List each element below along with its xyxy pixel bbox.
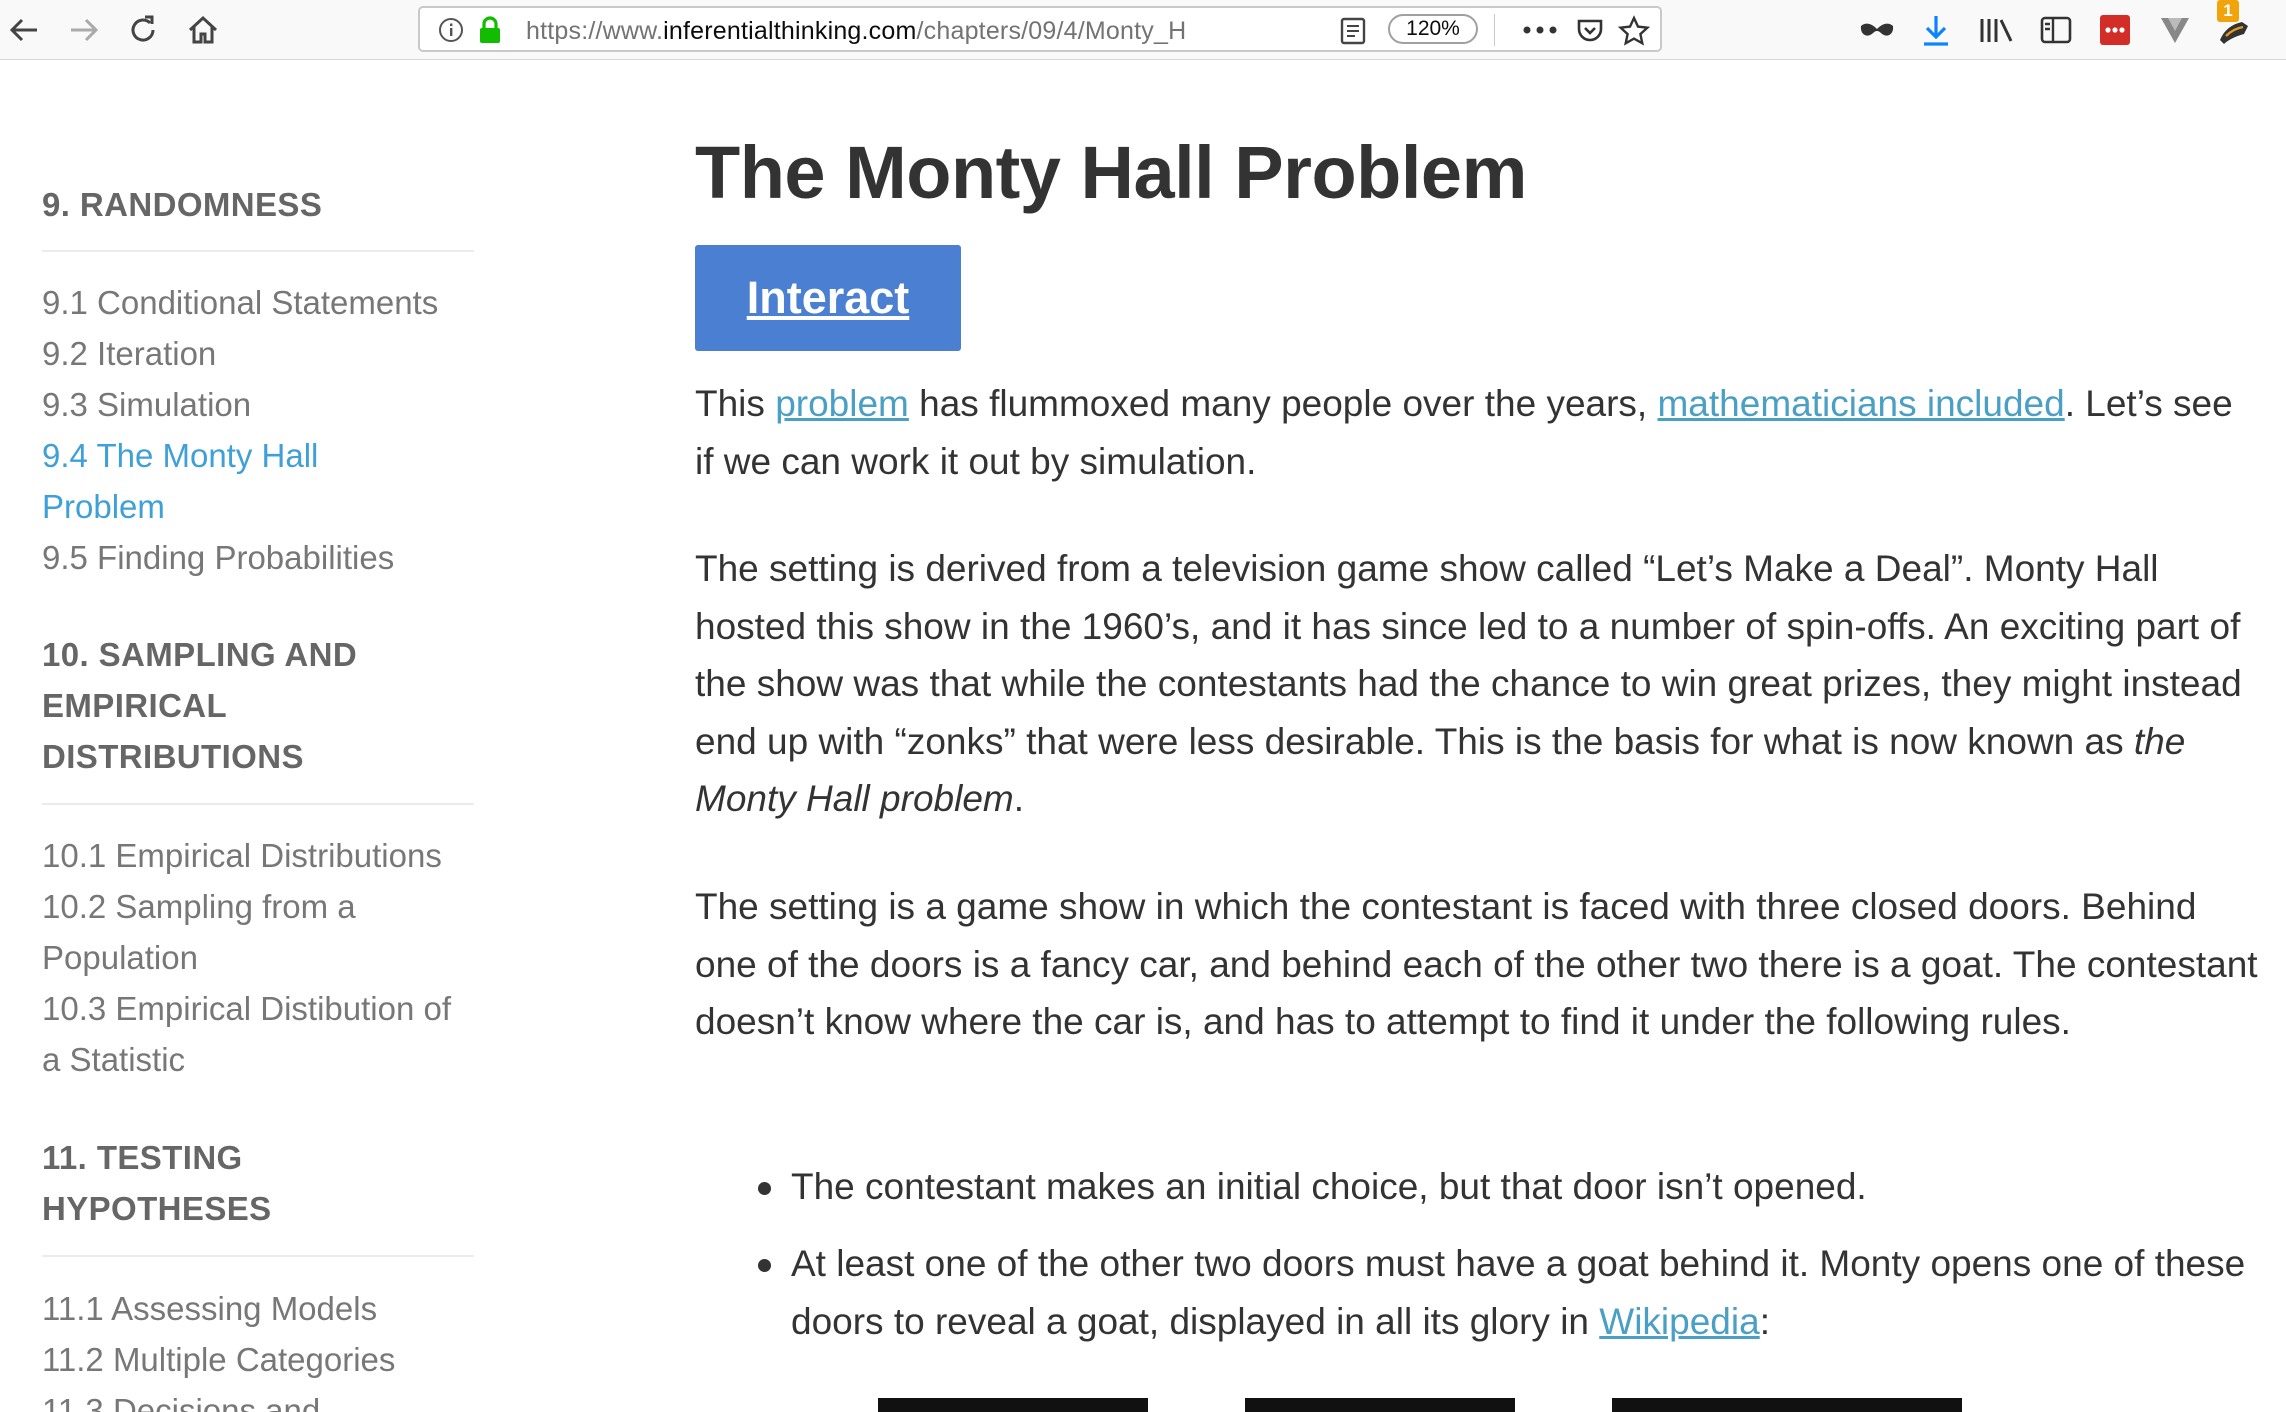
url-text[interactable]: https://www.inferentialthinking.com/chap… (526, 17, 1266, 46)
address-bar[interactable]: https://www.inferentialthinking.com/chap… (418, 6, 1662, 52)
browser-toolbar: https://www.inferentialthinking.com/chap… (0, 0, 2286, 60)
download-arrow-icon (1924, 16, 1948, 46)
back-button[interactable] (2, 8, 46, 52)
section-divider (42, 803, 474, 805)
chapter-sidebar: 9. RANDOMNESS 9.1 Conditional Statements… (0, 60, 520, 1412)
pocket-icon[interactable] (1575, 16, 1605, 46)
intro-paragraph: This problem has flummoxed many people o… (695, 375, 2260, 490)
section-title-sampling[interactable]: 10. SAMPLING AND EMPIRICAL DISTRIBUTIONS (42, 629, 442, 782)
back-arrow-icon (9, 18, 37, 42)
section-divider (42, 1255, 474, 1257)
text-run: : (1759, 1300, 1770, 1342)
interact-button[interactable]: Interact (695, 245, 961, 351)
text-run: has flummoxed many people over the years… (908, 383, 1658, 424)
door-image-3 (1612, 1398, 1962, 1412)
url-prefix: https://www. (526, 17, 664, 45)
extension-v-button[interactable] (2153, 8, 2197, 52)
home-button[interactable] (181, 8, 225, 52)
url-domain: inferentialthinking.com (663, 17, 917, 45)
rule-bullet-2: At least one of the other two doors must… (758, 1235, 2261, 1350)
section-title-randomness[interactable]: 9. RANDOMNESS (42, 179, 462, 230)
text-run: At least one of the other two doors must… (791, 1243, 2246, 1342)
text-run: The setting is derived from a television… (695, 548, 2242, 762)
sidebar-link-11-2[interactable]: 11.2 Multiple Categories (42, 1334, 472, 1385)
sidebar-link-10-1[interactable]: 10.1 Empirical Distributions (42, 830, 472, 881)
mathematicians-included-link[interactable]: mathematicians included (1657, 383, 2064, 424)
url-separator (1494, 14, 1495, 46)
sidebar-link-11-3[interactable]: 11.3 Decisions and (42, 1385, 472, 1412)
extension-lastpass-button[interactable] (2093, 8, 2137, 52)
door-image-2 (1245, 1398, 1515, 1412)
setting-paragraph: The setting is derived from a television… (695, 540, 2260, 828)
mask-icon (1860, 23, 1894, 36)
rules-paragraph: The setting is a game show in which the … (695, 886, 2258, 1042)
reload-icon (131, 15, 155, 42)
rule-bullet-1: The contestant makes an initial choice, … (758, 1158, 2261, 1216)
home-icon (188, 15, 218, 44)
info-icon[interactable] (438, 17, 464, 43)
reader-view-icon[interactable] (1339, 17, 1367, 45)
zoom-level-indicator[interactable]: 120% (1388, 14, 1478, 44)
sidebar-panel-icon (2040, 16, 2072, 44)
wikipedia-link[interactable]: Wikipedia (1599, 1301, 1759, 1342)
reload-button[interactable] (121, 8, 165, 52)
private-mask-button[interactable] (1855, 8, 1899, 52)
sidebar-link-9-1[interactable]: 9.1 Conditional Statements (42, 277, 472, 328)
text-run: . (1013, 778, 1025, 819)
section-divider (42, 250, 474, 252)
forward-arrow-icon (71, 18, 99, 42)
text-run: This (695, 383, 776, 424)
url-path: /chapters/09/4/Monty_H (916, 17, 1187, 45)
sidebar-link-9-4-active[interactable]: 9.4 The Monty Hall Problem (42, 430, 372, 532)
forward-button[interactable] (62, 8, 106, 52)
sidebar-link-9-3[interactable]: 9.3 Simulation (42, 379, 472, 430)
page-actions-icon[interactable] (1522, 25, 1558, 35)
page-title: The Monty Hall Problem (695, 131, 1527, 214)
section-title-testing[interactable]: 11. TESTING HYPOTHESES (42, 1132, 372, 1234)
sidebar-link-11-1[interactable]: 11.1 Assessing Models (42, 1283, 472, 1334)
library-icon (1980, 19, 2013, 42)
sidebar-link-9-2[interactable]: 9.2 Iteration (42, 328, 472, 379)
downloads-button[interactable] (1914, 8, 1958, 52)
sidebar-link-9-5[interactable]: 9.5 Finding Probabilities (42, 532, 472, 583)
sidebar-toggle-button[interactable] (2034, 8, 2078, 52)
lastpass-icon (2100, 15, 2130, 45)
problem-link[interactable]: problem (775, 383, 909, 424)
sidebar-link-10-3[interactable]: 10.3 Empirical Distibution of a Statisti… (42, 983, 472, 1085)
notification-badge: 1 (2217, 0, 2239, 22)
bookmark-star-icon[interactable] (1618, 15, 1650, 47)
secure-lock-icon[interactable] (478, 15, 502, 45)
sidebar-link-10-2[interactable]: 10.2 Sampling from a Population (42, 881, 442, 983)
v-extension-icon (2161, 18, 2189, 43)
library-button[interactable] (1974, 8, 2018, 52)
door-image-1 (878, 1398, 1148, 1412)
